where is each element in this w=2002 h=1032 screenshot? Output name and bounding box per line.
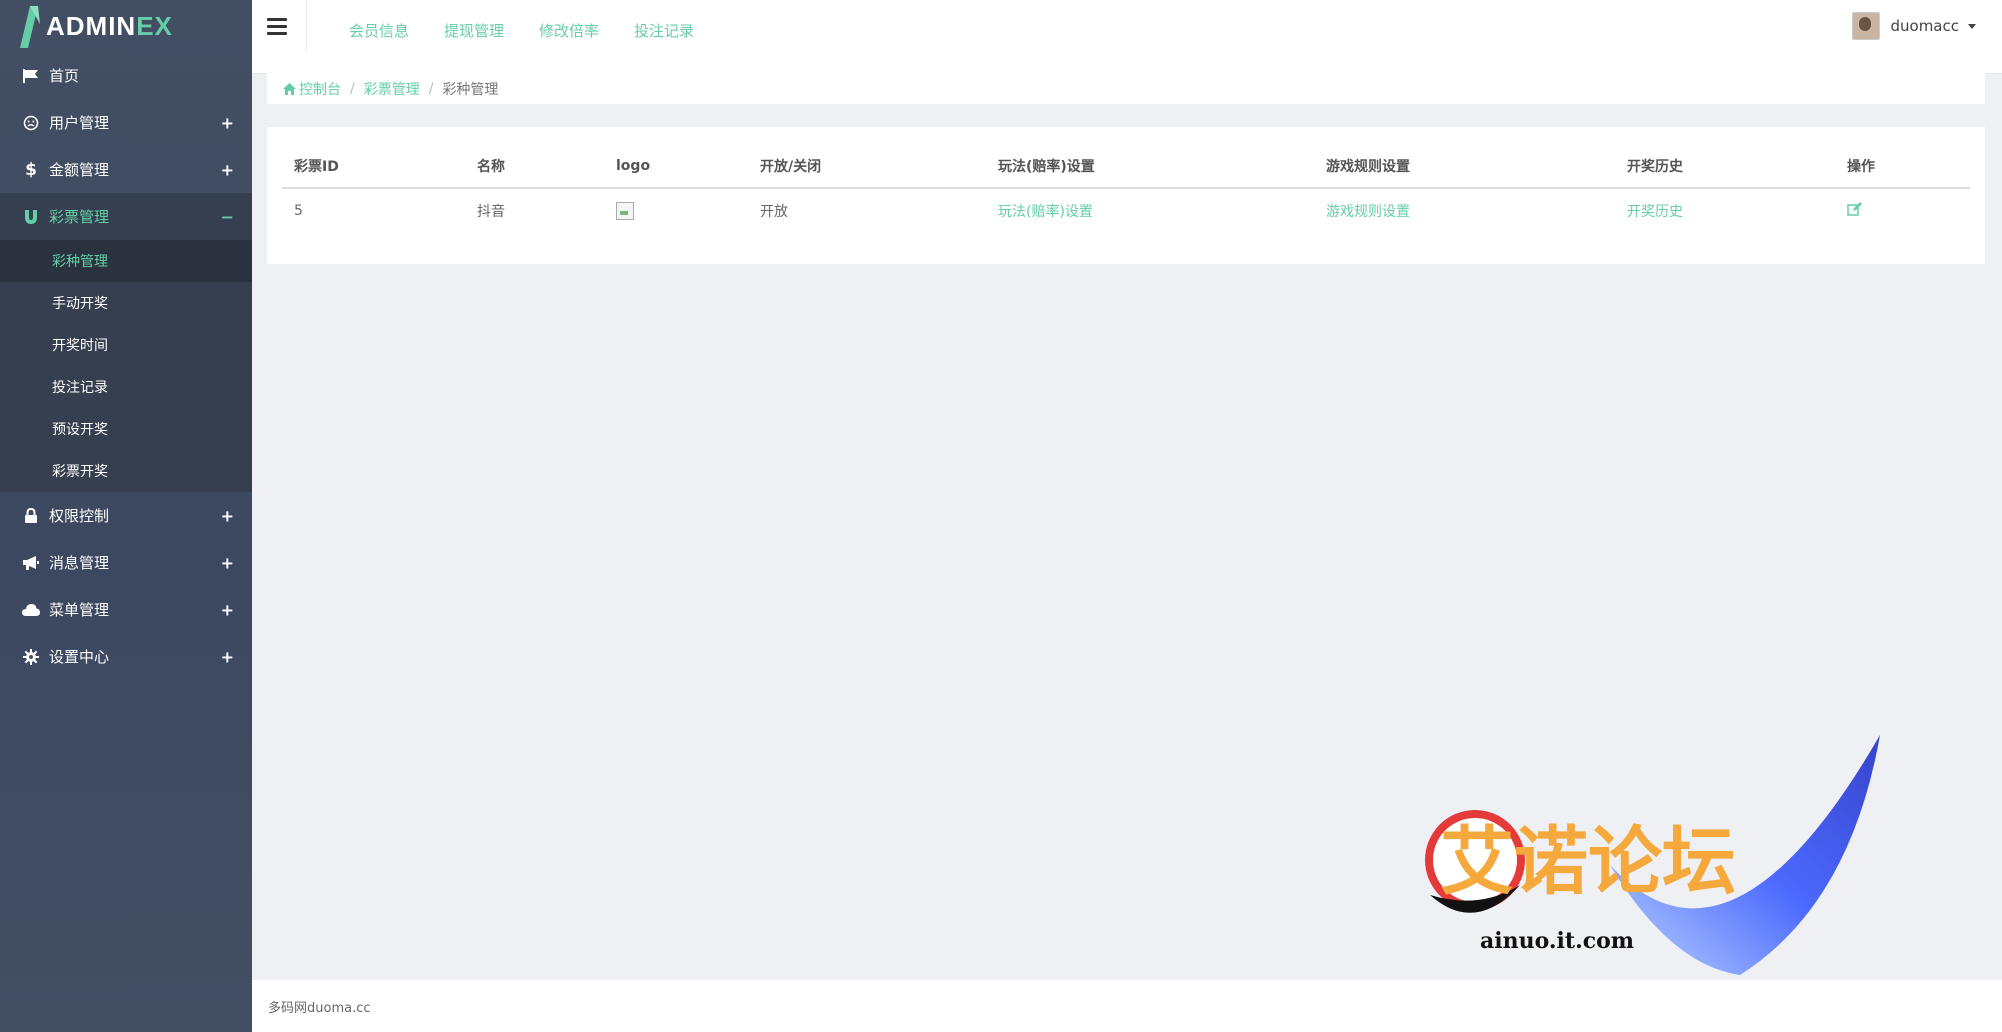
flag-icon — [22, 67, 40, 85]
cell-play-settings: 玩法(赔率)设置 — [986, 188, 1314, 233]
expand-icon: + — [220, 647, 234, 666]
breadcrumb-parent[interactable]: 彩票管理 — [364, 79, 420, 99]
expand-icon: + — [220, 506, 234, 525]
lottery-types-panel: 彩票ID 名称 logo 开放/关闭 玩法(赔率)设置 游戏规则设置 开奖历史 … — [267, 127, 1985, 264]
sidebar-item-label: 金额管理 — [49, 161, 110, 179]
sidebar-subitem-draw-time[interactable]: 开奖时间 — [0, 324, 252, 366]
bullhorn-icon — [22, 554, 40, 572]
sidebar-item-label: 首页 — [49, 67, 80, 85]
watermark-logo: 艾诺论坛 ainuo.it.com — [1410, 735, 1890, 995]
cell-id: 5 — [294, 203, 303, 219]
sidebar: ADMINEX 首页 用户管理 + $ 金额管理 + 彩票管理 − 彩种管理 手… — [0, 0, 252, 1032]
footer-text: 多码网duoma.cc — [268, 1000, 371, 1016]
sidebar-item-finance[interactable]: $ 金额管理 + — [0, 146, 252, 193]
sidebar-item-label: 设置中心 — [49, 648, 110, 666]
breadcrumb-current: 彩种管理 — [442, 81, 499, 98]
user-menu[interactable]: duomacc — [1852, 12, 1976, 40]
collapse-icon: − — [220, 207, 234, 226]
menu-toggle-icon[interactable] — [267, 18, 287, 38]
top-menu-withdrawals[interactable]: 提现管理 — [444, 20, 504, 41]
column-header-name[interactable]: 名称 — [465, 145, 604, 189]
sidebar-item-label: 权限控制 — [49, 507, 110, 525]
sidebar-item-settings[interactable]: 设置中心 + — [0, 633, 252, 680]
expand-icon: + — [220, 600, 234, 619]
app-logo[interactable]: ADMINEX — [18, 2, 173, 50]
sidebar-nav: 首页 用户管理 + $ 金额管理 + 彩票管理 − 彩种管理 手动开奖 开奖时间… — [0, 52, 252, 680]
sidebar-subitem-lottery-draw[interactable]: 彩票开奖 — [0, 450, 252, 492]
column-header-id[interactable]: 彩票ID — [282, 145, 465, 189]
avatar — [1852, 12, 1881, 40]
cell-rule-settings: 游戏规则设置 — [1314, 188, 1615, 233]
table-header-row: 彩票ID 名称 logo 开放/关闭 玩法(赔率)设置 游戏规则设置 开奖历史 … — [282, 145, 1970, 189]
breadcrumb-home-label: 控制台 — [299, 81, 341, 98]
home-icon — [283, 82, 296, 95]
table-row: 5 抖音 开放 玩法(赔率)设置 游戏规则设置 开奖历史 — [282, 188, 1970, 233]
sidebar-subitem-bet-records[interactable]: 投注记录 — [0, 366, 252, 408]
top-menu-edit-multiplier[interactable]: 修改倍率 — [539, 20, 599, 41]
expand-icon: + — [220, 160, 234, 179]
sidebar-item-messages[interactable]: 消息管理 + — [0, 539, 252, 586]
column-header-draw-history[interactable]: 开奖历史 — [1615, 145, 1835, 189]
top-header: 会员信息 提现管理 修改倍率 投注记录 duomacc — [252, 0, 2002, 74]
logo-text-accent: EX — [136, 10, 173, 41]
sidebar-item-users[interactable]: 用户管理 + — [0, 99, 252, 146]
sidebar-item-home[interactable]: 首页 — [0, 52, 252, 99]
top-menu-bet-records[interactable]: 投注记录 — [634, 20, 694, 41]
edit-icon — [1847, 202, 1862, 216]
expand-icon: + — [220, 553, 234, 572]
logo-mark-icon — [20, 6, 40, 48]
username: duomacc — [1890, 17, 1959, 35]
cell-actions — [1835, 188, 1970, 233]
cell-status: 开放 — [760, 204, 788, 220]
column-header-actions[interactable]: 操作 — [1835, 145, 1970, 189]
draw-history-link[interactable]: 开奖历史 — [1627, 204, 1683, 220]
top-menu-member-info[interactable]: 会员信息 — [349, 20, 409, 41]
caret-down-icon — [1968, 23, 1976, 29]
breadcrumb: 控制台 / 彩票管理 / 彩种管理 — [267, 73, 1985, 104]
column-header-logo[interactable]: logo — [604, 145, 748, 189]
dollar-icon: $ — [25, 159, 37, 180]
rule-settings-link[interactable]: 游戏规则设置 — [1326, 204, 1410, 220]
cell-draw-history: 开奖历史 — [1615, 188, 1835, 233]
header-divider — [306, 0, 307, 52]
top-menu: 会员信息 提现管理 修改倍率 投注记录 — [349, 20, 694, 41]
column-header-status[interactable]: 开放/关闭 — [748, 145, 986, 189]
cloud-icon — [22, 601, 40, 619]
sidebar-item-menus[interactable]: 菜单管理 + — [0, 586, 252, 633]
lottery-types-table: 彩票ID 名称 logo 开放/关闭 玩法(赔率)设置 游戏规则设置 开奖历史 … — [282, 145, 1970, 233]
column-header-play-settings[interactable]: 玩法(赔率)设置 — [986, 145, 1314, 189]
breadcrumb-separator: / — [428, 80, 434, 97]
gear-icon — [22, 648, 40, 666]
sidebar-subitem-preset-draw[interactable]: 预设开奖 — [0, 408, 252, 450]
logo-text-main: ADMIN — [46, 10, 137, 41]
sidebar-item-label: 菜单管理 — [49, 601, 110, 619]
sidebar-subitem-manual-draw[interactable]: 手动开奖 — [0, 282, 252, 324]
breadcrumb-home[interactable]: 控制台 — [283, 79, 341, 99]
svg-text:ainuo.it.com: ainuo.it.com — [1480, 928, 1634, 954]
sidebar-item-label: 用户管理 — [49, 114, 110, 132]
magnet-icon — [22, 208, 40, 226]
svg-text:艾诺论坛: 艾诺论坛 — [1440, 819, 1736, 905]
cell-logo — [604, 188, 748, 233]
broken-image-icon — [616, 202, 634, 220]
edit-button[interactable] — [1847, 202, 1862, 220]
sidebar-item-label: 消息管理 — [49, 554, 110, 572]
cell-name: 抖音 — [477, 204, 505, 220]
sidebar-submenu-lottery: 彩种管理 手动开奖 开奖时间 投注记录 预设开奖 彩票开奖 — [0, 240, 252, 492]
sidebar-subitem-lottery-types[interactable]: 彩种管理 — [0, 240, 252, 282]
breadcrumb-separator: / — [350, 80, 355, 97]
lock-icon — [22, 507, 40, 525]
sidebar-item-permissions[interactable]: 权限控制 + — [0, 492, 252, 539]
expand-icon: + — [220, 113, 234, 132]
play-settings-link[interactable]: 玩法(赔率)设置 — [998, 204, 1093, 220]
column-header-rule-settings[interactable]: 游戏规则设置 — [1314, 145, 1615, 189]
smile-icon — [22, 114, 40, 132]
sidebar-item-lottery[interactable]: 彩票管理 − — [0, 193, 252, 240]
sidebar-item-label: 彩票管理 — [49, 208, 110, 226]
